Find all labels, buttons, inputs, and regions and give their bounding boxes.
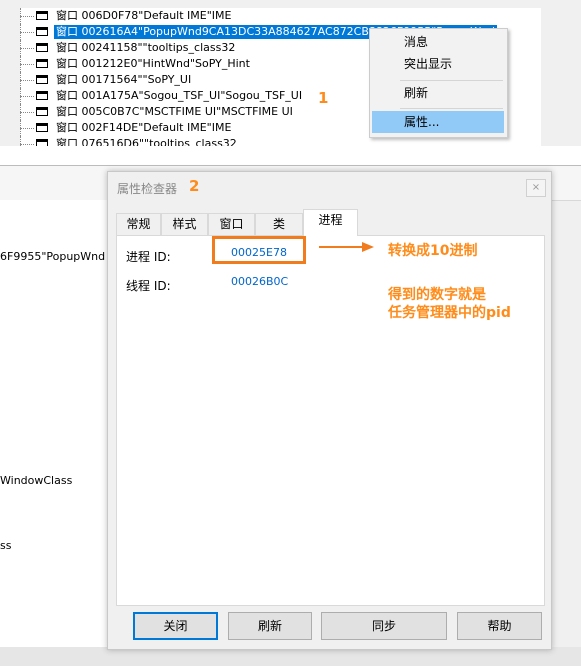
window-icon xyxy=(36,123,48,132)
menu-separator xyxy=(400,80,503,81)
context-menu: 消息 突出显示 刷新 属性... xyxy=(369,28,508,138)
close-icon[interactable]: × xyxy=(526,179,546,197)
step-number-2: 2 xyxy=(189,177,200,195)
background-text: 6F9955"PopupWnd xyxy=(0,250,106,263)
dialog-title: 属性检查器 xyxy=(117,182,178,196)
menu-item-messages[interactable]: 消息 xyxy=(372,31,504,53)
tab-style[interactable]: 样式 xyxy=(161,213,208,235)
tree-row-label: 窗口 001212E0"HintWnd"SoPY_Hint xyxy=(56,57,250,70)
tree-row-label: 窗口 00171564""SoPY_UI xyxy=(56,73,192,86)
menu-item-properties[interactable]: 属性... xyxy=(372,111,504,133)
window-icon xyxy=(36,75,48,84)
tree-connector xyxy=(20,96,34,97)
menu-item-refresh[interactable]: 刷新 xyxy=(372,82,504,104)
background-text: ss xyxy=(0,539,12,552)
background-window-pane: 6F9955"PopupWnd WindowClass ss xyxy=(0,200,109,647)
step-number-1: 1 xyxy=(318,89,329,107)
tab-general[interactable]: 常规 xyxy=(116,213,161,235)
tree-connector xyxy=(20,144,34,145)
background-text: WindowClass xyxy=(0,474,73,487)
process-id-value[interactable]: 00025E78 xyxy=(231,246,287,259)
arrow-right-icon xyxy=(319,242,374,252)
tree-row-label: 窗口 006D0F78"Default IME"IME xyxy=(56,9,232,22)
help-button[interactable]: 帮助 xyxy=(457,612,542,640)
menu-separator xyxy=(400,108,503,109)
window-icon xyxy=(36,107,48,116)
tree-row-label: 窗口 076516D6""tooltips_class32 xyxy=(56,137,237,146)
tab-window[interactable]: 窗口 xyxy=(208,213,255,235)
tab-class[interactable]: 类 xyxy=(255,213,303,235)
tree-row-label: 窗口 002F14DE"Default IME"IME xyxy=(56,121,232,134)
tree-connector xyxy=(20,32,34,33)
tree-row[interactable]: 窗口 006D0F78"Default IME"IME xyxy=(20,8,541,24)
window-icon xyxy=(36,43,48,52)
process-id-label: 进程 ID: xyxy=(126,250,171,264)
tree-row-label: 窗口 001A175A"Sogou_TSF_UI"Sogou_TSF_UI xyxy=(56,89,303,102)
tree-row-label: 窗口 00241158""tooltips_class32 xyxy=(56,41,236,54)
window-icon xyxy=(36,91,48,100)
window-icon xyxy=(36,11,48,20)
close-button[interactable]: 关闭 xyxy=(133,612,218,640)
window-tree-panel: 窗口 006D0F78"Default IME"IME 窗口 002616A4"… xyxy=(0,0,581,146)
divider-strip xyxy=(0,146,581,165)
window-icon xyxy=(36,59,48,68)
tree-connector xyxy=(20,64,34,65)
sync-button[interactable]: 同步 xyxy=(321,612,447,640)
tree-connector xyxy=(20,48,34,49)
annotation-convert: 转换成10进制 xyxy=(388,243,478,259)
thread-id-label: 线程 ID: xyxy=(126,279,171,293)
window-icon xyxy=(36,139,48,146)
tree-connector xyxy=(20,112,34,113)
refresh-button[interactable]: 刷新 xyxy=(228,612,312,640)
tree-row-label: 窗口 005C0B7C"MSCTFIME UI"MSCTFIME UI xyxy=(56,105,293,118)
tree-connector xyxy=(20,128,34,129)
menu-item-highlight[interactable]: 突出显示 xyxy=(372,53,504,75)
thread-id-value[interactable]: 00026B0C xyxy=(231,275,288,288)
tree-connector xyxy=(20,80,34,81)
window-icon xyxy=(36,27,48,36)
tab-process[interactable]: 进程 xyxy=(303,209,358,236)
tree-connector xyxy=(20,16,34,17)
annotation-line-2: 任务管理器中的pid xyxy=(388,305,511,321)
annotation-line-1: 得到的数字就是 xyxy=(388,287,486,303)
